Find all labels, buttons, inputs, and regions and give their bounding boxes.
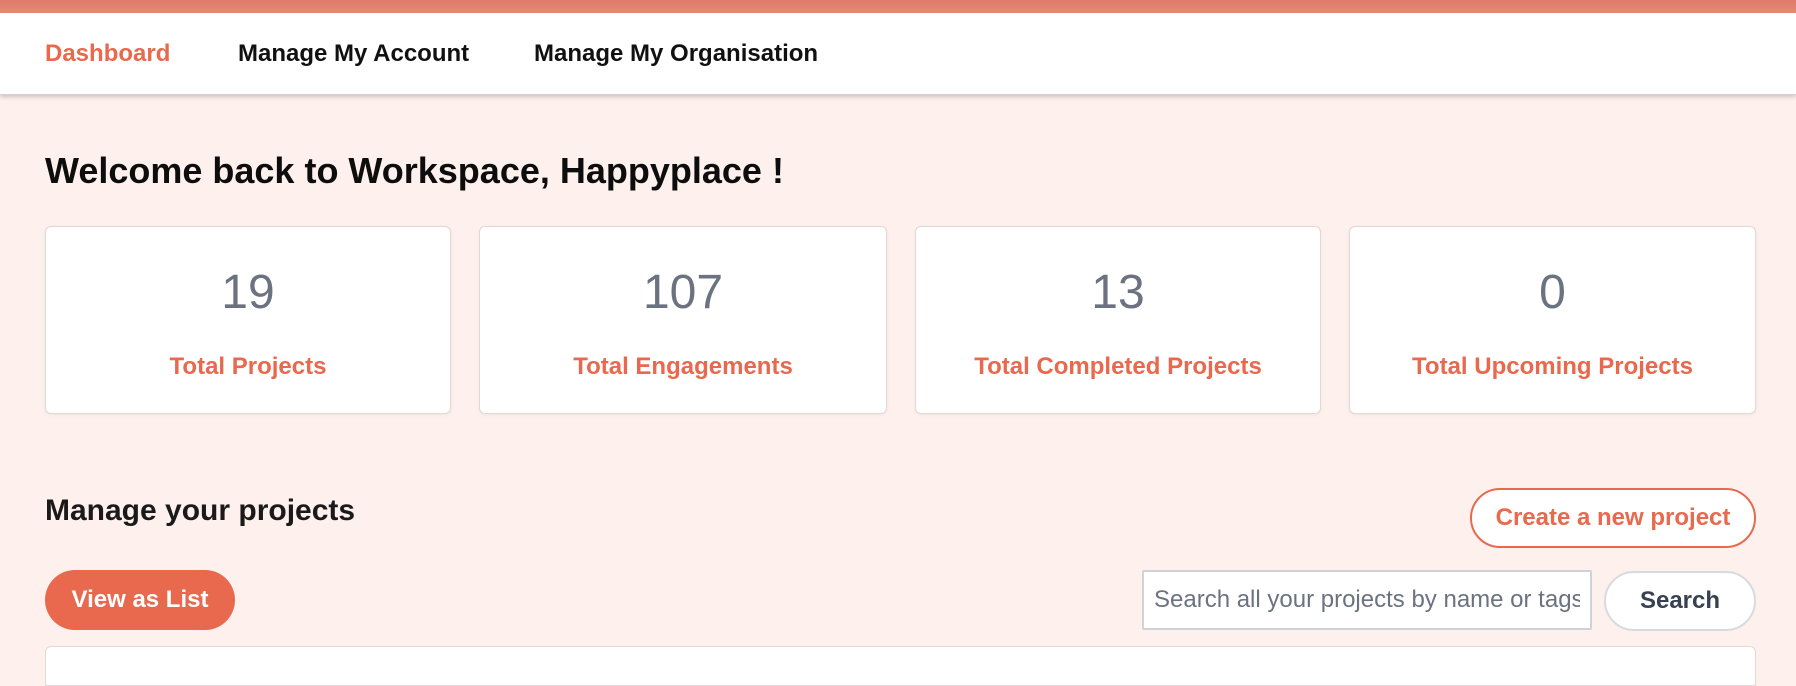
stat-card-total-upcoming-projects: 0 Total Upcoming Projects xyxy=(1349,226,1756,414)
stat-card-total-projects: 19 Total Projects xyxy=(45,226,451,414)
stat-label: Total Projects xyxy=(169,353,327,380)
nav-item-manage-my-organisation[interactable]: Manage My Organisation xyxy=(534,40,818,68)
stat-card-total-completed-projects: 13 Total Completed Projects xyxy=(915,226,1321,414)
top-navbar: Dashboard Manage My Account Manage My Or… xyxy=(0,13,1796,95)
view-as-list-button[interactable]: View as List xyxy=(45,570,235,630)
stat-value: 19 xyxy=(221,266,275,319)
stat-value: 107 xyxy=(642,266,724,319)
create-new-project-button[interactable]: Create a new project xyxy=(1470,488,1756,548)
projects-section-title: Manage your projects xyxy=(45,494,356,527)
stat-label: Total Completed Projects xyxy=(974,353,1262,380)
search-button[interactable]: Search xyxy=(1604,571,1756,631)
stat-card-total-engagements: 107 Total Engagements xyxy=(479,226,887,414)
nav-item-dashboard[interactable]: Dashboard xyxy=(45,40,170,68)
stat-label: Total Engagements xyxy=(573,353,793,380)
page-title: Welcome back to Workspace, Happyplace ! xyxy=(45,150,784,191)
project-search-input[interactable] xyxy=(1142,570,1592,630)
stat-label: Total Upcoming Projects xyxy=(1412,353,1693,380)
projects-list-panel xyxy=(45,646,1756,686)
stat-value: 0 xyxy=(1539,266,1566,319)
stat-value: 13 xyxy=(1091,266,1145,319)
top-accent-strip xyxy=(0,0,1796,13)
nav-item-manage-my-account[interactable]: Manage My Account xyxy=(238,40,469,68)
